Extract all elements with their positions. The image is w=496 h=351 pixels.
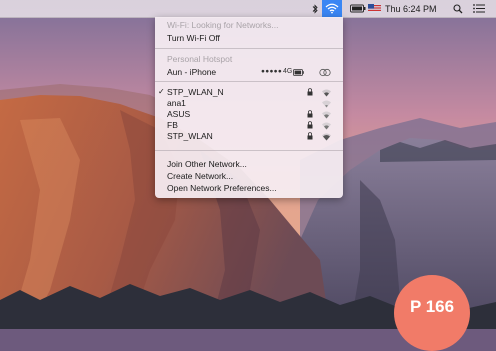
wifi-icon[interactable] bbox=[322, 0, 342, 17]
wifi-signal-icon bbox=[322, 111, 331, 118]
flag-icon[interactable] bbox=[368, 0, 381, 17]
wifi-signal-icon bbox=[322, 89, 331, 96]
network-name: FB bbox=[167, 120, 178, 130]
hotspot-signal-dots: ●●●●● bbox=[261, 68, 283, 75]
menu-bar: Thu 6:24 PM bbox=[0, 0, 496, 18]
network-name: STP_WLAN_N bbox=[167, 87, 224, 97]
turn-wifi-off-item[interactable]: Turn Wi-Fi Off bbox=[167, 33, 220, 43]
bluetooth-icon[interactable] bbox=[310, 0, 320, 17]
join-other-network-item[interactable]: Join Other Network... bbox=[167, 159, 247, 169]
menubar-clock[interactable]: Thu 6:24 PM bbox=[385, 0, 437, 17]
lock-icon bbox=[307, 132, 313, 140]
battery-icon[interactable] bbox=[350, 0, 366, 17]
menu-separator bbox=[155, 81, 343, 82]
wifi-signal-icon bbox=[322, 122, 331, 129]
network-item-asus[interactable]: ASUS bbox=[155, 109, 343, 119]
hotspot-battery-icon bbox=[293, 68, 304, 76]
spotlight-icon[interactable] bbox=[453, 0, 463, 17]
lock-icon bbox=[307, 121, 313, 129]
menu-separator bbox=[155, 150, 343, 151]
network-name: ASUS bbox=[167, 109, 191, 119]
check-mark-icon: ✓ bbox=[158, 87, 165, 96]
wifi-status-text: Wi-Fi: Looking for Networks... bbox=[167, 20, 279, 30]
network-item-stp-wlan[interactable]: STP_WLAN bbox=[155, 131, 343, 141]
personal-hotspot-header: Personal Hotspot bbox=[167, 54, 233, 64]
hotspot-item-aun-iphone[interactable]: Aun - iPhone ●●●●● 4G bbox=[155, 67, 343, 77]
lock-icon bbox=[307, 110, 313, 118]
network-item-stp-wlan-n[interactable]: ✓ STP_WLAN_N bbox=[155, 87, 343, 97]
network-name: ana1 bbox=[167, 98, 186, 108]
network-item-ana1[interactable]: ana1 bbox=[155, 98, 343, 108]
network-item-fb[interactable]: FB bbox=[155, 120, 343, 130]
wifi-signal-icon bbox=[322, 100, 331, 107]
notification-list-icon[interactable] bbox=[473, 0, 487, 17]
page-number-text: P 166 bbox=[409, 297, 455, 316]
lock-icon bbox=[307, 88, 313, 96]
hotspot-name: Aun - iPhone bbox=[167, 67, 217, 77]
hotspot-network-type: 4G bbox=[283, 68, 293, 75]
wifi-dropdown-menu: Wi-Fi: Looking for Networks... Turn Wi-F… bbox=[155, 17, 343, 198]
page-number-badge: P 166 bbox=[394, 275, 470, 351]
open-network-preferences-item[interactable]: Open Network Preferences... bbox=[167, 183, 277, 193]
network-name: STP_WLAN bbox=[167, 131, 213, 141]
hotspot-link-icon bbox=[319, 68, 331, 76]
wifi-signal-icon bbox=[322, 133, 331, 140]
create-network-item[interactable]: Create Network... bbox=[167, 171, 233, 181]
menu-separator bbox=[155, 48, 343, 49]
